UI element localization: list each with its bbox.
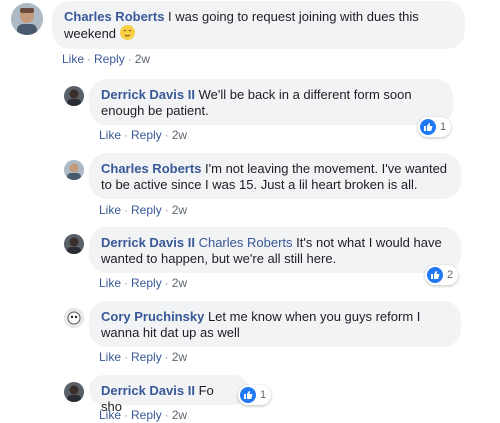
reply-link[interactable]: Reply xyxy=(131,128,162,142)
comment-time[interactable]: 2w xyxy=(172,408,187,422)
reply-link[interactable]: Reply xyxy=(131,276,162,290)
reply-link[interactable]: Reply xyxy=(131,203,162,217)
comment-time[interactable]: 2w xyxy=(172,276,187,290)
mention-link[interactable]: Charles Roberts xyxy=(199,235,293,250)
reaction-count[interactable]: 2 xyxy=(425,265,459,285)
avatar[interactable] xyxy=(64,86,84,106)
comment-bubble: Cory Pruchinsky Let me know when you guy… xyxy=(89,301,461,347)
avatar[interactable] xyxy=(11,3,43,35)
avatar[interactable] xyxy=(64,382,84,402)
reaction-number: 2 xyxy=(447,269,454,281)
comment-bubble: Charles Roberts I'm not leaving the move… xyxy=(89,153,461,199)
like-reaction-icon xyxy=(427,267,443,283)
comment-actions: Like · Reply · 2w xyxy=(99,276,188,290)
like-link[interactable]: Like xyxy=(99,350,121,364)
like-reaction-icon xyxy=(420,119,436,135)
comment-author[interactable]: Cory Pruchinsky xyxy=(101,309,204,324)
comment-bubble: Derrick Davis II We'll be back in a diff… xyxy=(89,79,453,125)
reply-link[interactable]: Reply xyxy=(131,408,162,422)
comment-author[interactable]: Derrick Davis II xyxy=(101,235,195,250)
comment-actions: Like · Reply · 2w xyxy=(99,408,188,422)
comment-author[interactable]: Derrick Davis II xyxy=(101,383,195,398)
comment-time[interactable]: 2w xyxy=(172,350,187,364)
like-link[interactable]: Like xyxy=(99,276,121,290)
reaction-number: 1 xyxy=(260,389,267,401)
like-reaction-icon xyxy=(240,387,256,403)
reply-link[interactable]: Reply xyxy=(94,52,125,66)
like-link[interactable]: Like xyxy=(99,203,121,217)
comment-time[interactable]: 2w xyxy=(172,203,187,217)
comment-bubble: Derrick Davis II Fo sho xyxy=(89,375,249,414)
reaction-count[interactable]: 1 xyxy=(238,385,272,405)
comment-author[interactable]: Charles Roberts xyxy=(64,9,164,24)
comment-actions: Like · Reply · 2w xyxy=(99,203,188,217)
comment-time[interactable]: 2w xyxy=(135,52,150,66)
comment-time[interactable]: 2w xyxy=(172,128,187,142)
like-link[interactable]: Like xyxy=(99,408,121,422)
reply-link[interactable]: Reply xyxy=(131,350,162,364)
like-link[interactable]: Like xyxy=(99,128,121,142)
reaction-count[interactable]: 1 xyxy=(418,117,452,137)
comment-actions: Like · Reply · 2w xyxy=(99,350,188,364)
comment-author[interactable]: Derrick Davis II xyxy=(101,87,195,102)
like-link[interactable]: Like xyxy=(62,52,84,66)
comment-bubble: Charles Roberts I was going to request j… xyxy=(52,1,465,49)
avatar[interactable] xyxy=(64,160,84,180)
comment-actions: Like · Reply · 2w xyxy=(99,128,188,142)
avatar[interactable] xyxy=(64,308,84,328)
avatar[interactable] xyxy=(64,234,84,254)
reaction-number: 1 xyxy=(440,121,447,133)
comment-bubble: Derrick Davis II Charles Roberts It's no… xyxy=(89,227,461,273)
comment-author[interactable]: Charles Roberts xyxy=(101,161,201,176)
comment-actions: Like · Reply · 2w xyxy=(62,52,151,66)
relieved-face-emoji xyxy=(119,25,135,40)
